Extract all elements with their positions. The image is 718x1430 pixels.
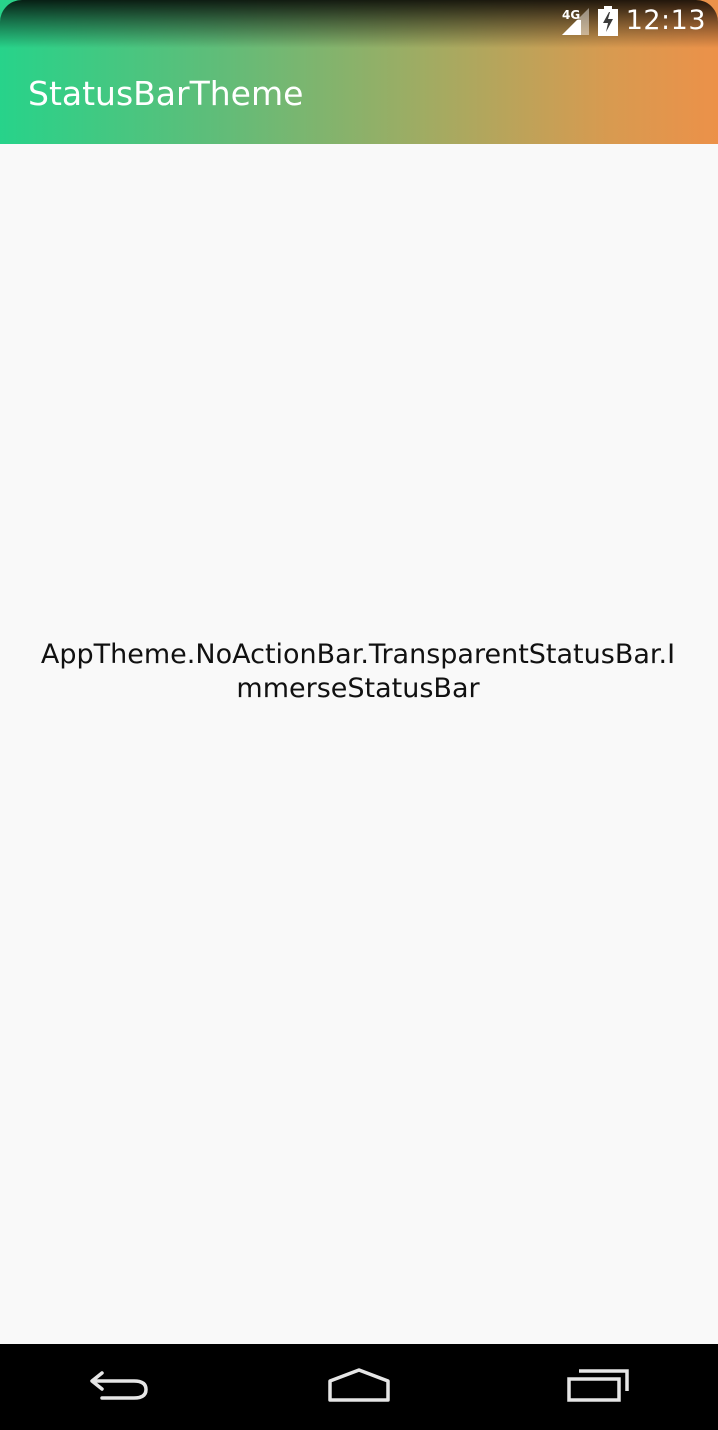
recents-button[interactable] [538, 1344, 658, 1430]
home-button[interactable] [299, 1344, 419, 1430]
app-bar: 4G 12:13 StatusBarTheme [0, 0, 718, 144]
home-icon [324, 1367, 394, 1407]
navigation-bar [0, 1344, 718, 1430]
main-content: AppTheme.NoActionBar.TransparentStatusBa… [0, 144, 718, 1344]
status-time: 12:13 [625, 5, 706, 36]
network-type-label: 4G [562, 8, 580, 22]
app-title: StatusBarTheme [28, 74, 304, 113]
status-icons: 4G 12:13 [560, 4, 706, 38]
back-icon [88, 1367, 152, 1407]
signal-4g-icon: 4G [560, 6, 590, 36]
theme-name-text: AppTheme.NoActionBar.TransparentStatusBa… [40, 639, 676, 704]
status-bar: 4G 12:13 [0, 0, 718, 48]
screen: 4G 12:13 StatusBarTheme AppTheme.NoActio… [0, 0, 718, 1430]
recents-icon [565, 1367, 631, 1407]
back-button[interactable] [60, 1344, 180, 1430]
battery-charging-icon [597, 6, 618, 36]
